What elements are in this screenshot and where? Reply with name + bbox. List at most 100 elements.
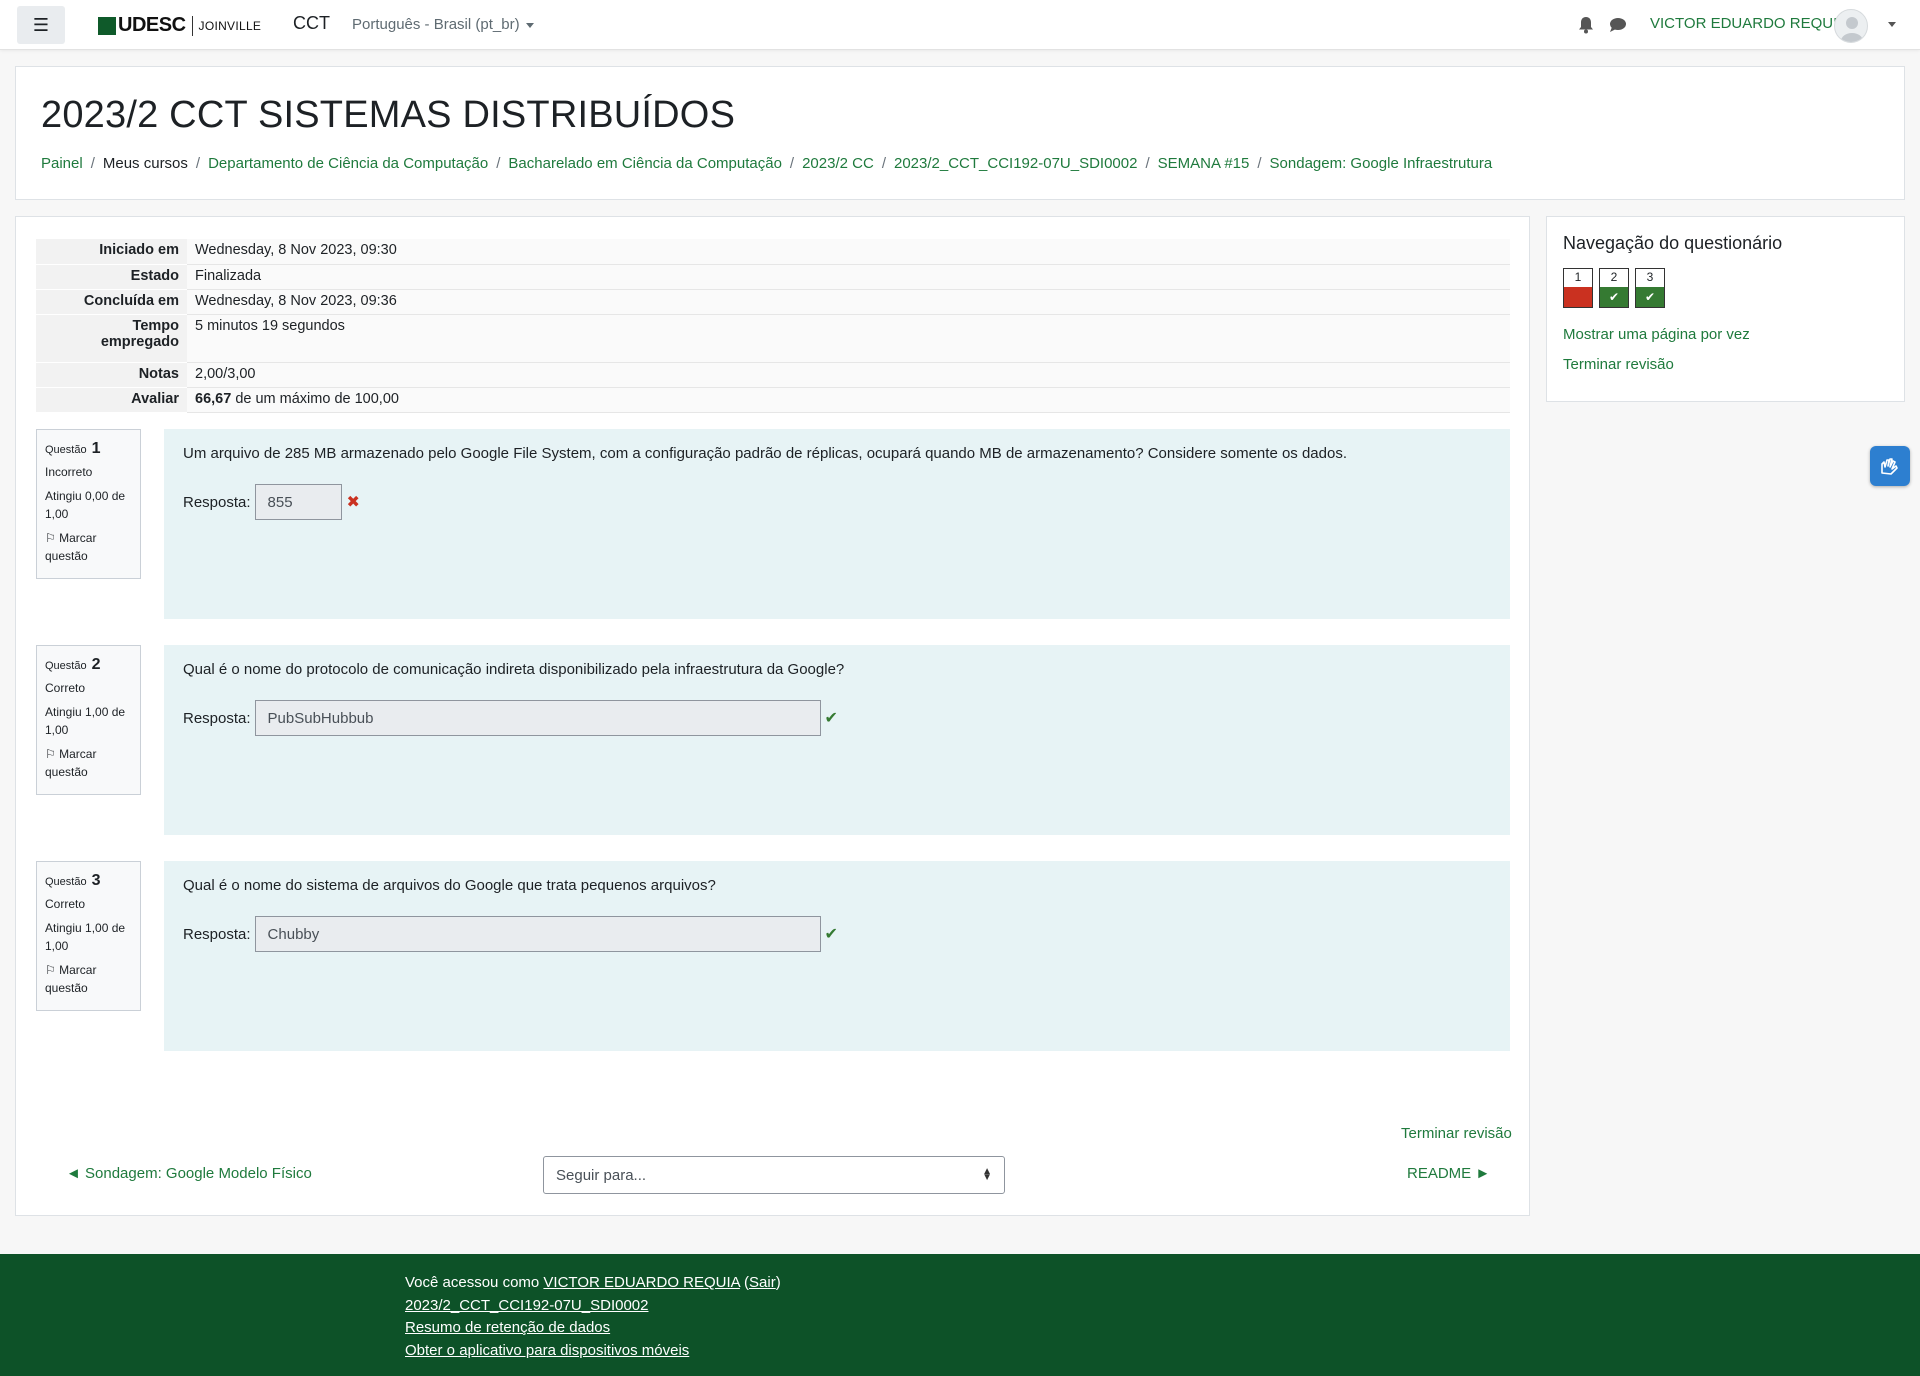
question-grade-line-1: Atingiu 1,00 de — [45, 921, 126, 935]
logout-paren-open: ( — [739, 1274, 750, 1291]
finish-review-link[interactable]: Terminar revisão — [1401, 1125, 1512, 1142]
breadcrumb-item-departamento[interactable]: Departamento de Ciência da Computação — [208, 155, 488, 172]
mobile-app-link[interactable]: Obter o aplicativo para dispositivos móv… — [405, 1342, 689, 1359]
started-label: Iniciado em — [36, 239, 187, 265]
breadcrumb-item-quiz[interactable]: Sondagem: Google Infraestrutura — [1270, 155, 1493, 172]
question-number: Questão 1 — [45, 440, 132, 459]
question-grade-line-1: Atingiu 1,00 de — [45, 705, 126, 719]
flag-question-button[interactable]: ⚐ Marcar questão — [45, 529, 132, 565]
answer-row: Resposta: Chubby ✔ — [183, 916, 1491, 952]
quiz-nav-button-2[interactable]: 2 ✔ — [1599, 268, 1629, 308]
flag-icon: ⚐ — [45, 747, 56, 761]
chevron-down-icon — [525, 22, 534, 28]
question-number-value: 1 — [91, 440, 101, 457]
correct-check-icon: ✔ — [1600, 287, 1628, 307]
incorrect-icon: ✖ — [346, 494, 360, 511]
answer-label: Resposta: — [183, 925, 251, 943]
question-state: Incorreto — [45, 465, 93, 479]
summary-row-state: Estado Finalizada — [36, 264, 1510, 290]
time-label-line-1: Tempo — [132, 317, 179, 334]
flag-icon: ⚐ — [45, 963, 56, 977]
question-state: Correto — [45, 681, 86, 695]
site-name[interactable]: CCT — [293, 13, 330, 34]
site-logo[interactable]: UDESC JOINVILLE — [98, 14, 261, 37]
next-activity-link[interactable]: README ► — [1407, 1165, 1490, 1182]
jump-to-value: Seguir para... — [556, 1166, 647, 1184]
avatar[interactable] — [1834, 9, 1868, 43]
footer-course-link[interactable]: 2023/2_CCT_CCI192-07U_SDI0002 — [405, 1297, 648, 1314]
udesc-logo-icon — [98, 16, 116, 35]
summary-row-marks: Notas 2,00/3,00 — [36, 362, 1510, 388]
question-content: Um arquivo de 285 MB armazenado pelo Goo… — [164, 429, 1510, 619]
breadcrumb-item-week[interactable]: SEMANA #15 — [1158, 155, 1250, 172]
user-menu-chevron-icon[interactable] — [1888, 22, 1896, 27]
time-value: 5 minutos 19 segundos — [187, 314, 1510, 363]
state-label: Estado — [36, 264, 187, 290]
quiz-navigation-links: Mostrar uma página por vez Terminar revi… — [1563, 320, 1888, 380]
show-one-page-link[interactable]: Mostrar uma página por vez — [1563, 326, 1750, 343]
completed-label: Concluída em — [36, 289, 187, 315]
breadcrumb-item-term[interactable]: 2023/2 CC — [802, 155, 874, 172]
page-title: 2023/2 CCT SISTEMAS DISTRIBUÍDOS — [41, 94, 736, 136]
user-name[interactable]: VICTOR EDUARDO REQUIA — [1650, 15, 1847, 32]
sign-language-hands-icon — [1881, 458, 1898, 475]
quiz-navigation-title: Navegação do questionário — [1563, 233, 1783, 253]
flag-question-button[interactable]: ⚐ Marcar questão — [45, 745, 132, 781]
chat-icon[interactable] — [1609, 17, 1627, 33]
breadcrumb-item-meus-cursos: Meus cursos — [102, 155, 188, 172]
answer-field[interactable]: PubSubHubbub — [254, 700, 821, 736]
question-grade: Atingiu 0,00 de 1,00 — [45, 487, 132, 523]
flag-icon: ⚐ — [45, 531, 56, 545]
footer-user-link[interactable]: VICTOR EDUARDO REQUIA — [543, 1274, 739, 1291]
flag-label-line-2: questão — [45, 765, 88, 779]
logout-paren-close: ) — [775, 1274, 781, 1291]
sign-language-button[interactable] — [1870, 446, 1910, 486]
breadcrumb-item-bacharelado[interactable]: Bacharelado em Ciência da Computação — [508, 155, 782, 172]
attempt-summary-table: Iniciado em Wednesday, 8 Nov 2023, 09:30… — [36, 239, 1510, 413]
question-number-value: 2 — [91, 656, 101, 673]
grade-label: Avaliar — [36, 387, 187, 413]
question-number-value: 3 — [91, 872, 101, 889]
breadcrumb-separator: / — [90, 155, 95, 172]
hamburger-icon[interactable]: ☰ — [17, 6, 65, 44]
question-grade-line-2: 1,00 — [45, 507, 69, 521]
flag-label-line-1: Marcar — [59, 747, 97, 761]
answer-field[interactable]: 855 — [254, 484, 342, 520]
question-label: Questão — [45, 876, 87, 888]
quiz-nav-button-1[interactable]: 1 — [1563, 268, 1593, 308]
page-header: 2023/2 CCT SISTEMAS DISTRIBUÍDOS Painel /… — [15, 66, 1905, 200]
quiz-nav-button-3[interactable]: 3 ✔ — [1635, 268, 1665, 308]
correct-check-icon: ✔ — [824, 710, 838, 727]
quiz-nav-number: 3 — [1646, 270, 1654, 284]
data-retention-link[interactable]: Resumo de retenção de dados — [405, 1319, 610, 1336]
question-info: Questão 2 Correto Atingiu 1,00 de 1,00 ⚐ … — [36, 645, 141, 795]
language-menu[interactable]: Português - Brasil (pt_br) — [352, 16, 534, 33]
answer-field[interactable]: Chubby — [254, 916, 821, 952]
breadcrumb-separator: / — [1257, 155, 1262, 172]
previous-activity-link[interactable]: ◄ Sondagem: Google Modelo Físico — [66, 1165, 312, 1182]
question-text: Um arquivo de 285 MB armazenado pelo Goo… — [183, 445, 1347, 462]
quiz-navigation-block: Navegação do questionário 1 2 ✔ 3 ✔ Most… — [1546, 216, 1905, 402]
top-navbar: ☰ UDESC JOINVILLE CCT Português - Brasil… — [0, 0, 1920, 50]
breadcrumb-item-painel[interactable]: Painel — [41, 155, 83, 172]
answer-label: Resposta: — [183, 493, 251, 511]
question-grade: Atingiu 1,00 de 1,00 — [45, 919, 132, 955]
finish-review-sidebar-link[interactable]: Terminar revisão — [1563, 356, 1674, 373]
jump-to-select[interactable]: Seguir para... ▲ ▼ — [543, 1156, 1005, 1194]
question-label: Questão — [45, 444, 87, 456]
incorrect-state-icon — [1564, 287, 1592, 307]
answer-row: Resposta: PubSubHubbub ✔ — [183, 700, 1491, 736]
answer-label: Resposta: — [183, 709, 251, 727]
bell-icon[interactable] — [1578, 16, 1594, 34]
logout-link[interactable]: Sair — [749, 1274, 776, 1291]
summary-row-grade: Avaliar 66,67 de um máximo de 100,00 — [36, 387, 1510, 413]
flag-label-line-2: questão — [45, 549, 88, 563]
question-content: Qual é o nome do sistema de arquivos do … — [164, 861, 1510, 1051]
breadcrumb-item-course[interactable]: 2023/2_CCT_CCI192-07U_SDI0002 — [894, 155, 1137, 172]
breadcrumb: Painel / Meus cursos / Departamento de Ciênc… — [41, 155, 1492, 172]
question-grade: Atingiu 1,00 de 1,00 — [45, 703, 132, 739]
flag-question-button[interactable]: ⚐ Marcar questão — [45, 961, 132, 997]
flag-label-line-1: Marcar — [59, 531, 97, 545]
grade-value-rest: de um máximo de 100,00 — [231, 390, 399, 407]
summary-row-time: Tempo empregado 5 minutos 19 segundos — [36, 314, 1510, 363]
